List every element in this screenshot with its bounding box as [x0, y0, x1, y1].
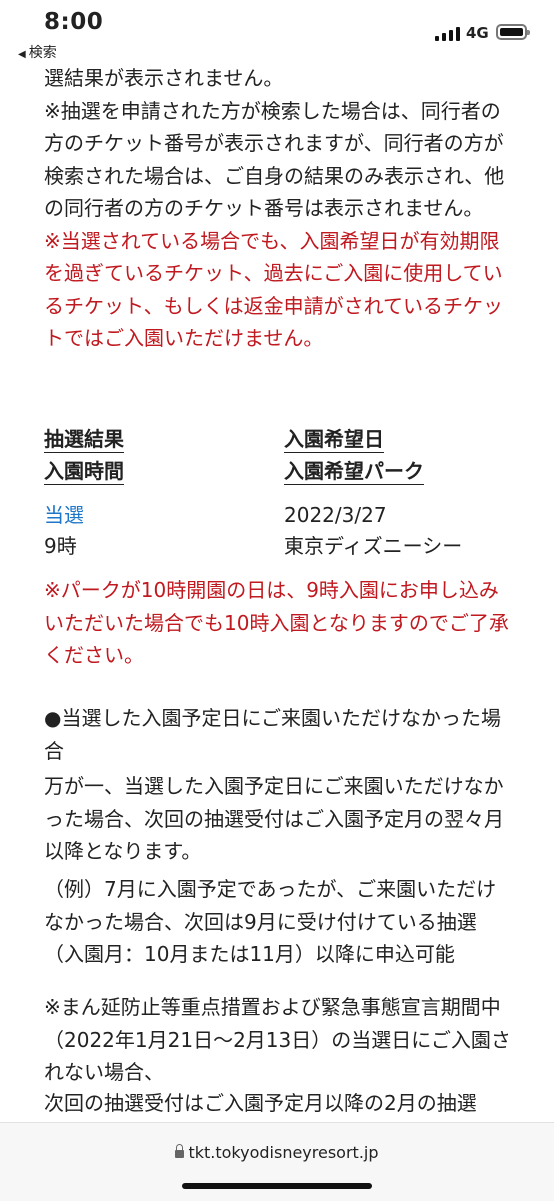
- lock-icon: [175, 1144, 185, 1158]
- date-value: 2022/3/27: [284, 503, 387, 527]
- header-entry-time: 入園時間: [44, 459, 124, 483]
- url-text: tkt.tokyodisneyresort.jp: [188, 1143, 379, 1162]
- intro-text-2: ※抽選を申請された方が検索した場合は、同行者の方のチケット番号が表示されますが、…: [44, 98, 505, 221]
- emergency-text-1: ※まん延防止等重点措置および緊急事態宣言期間中（2022年1月21日〜2月13日…: [44, 995, 511, 1084]
- example-text: （例）7月に入園予定であったが、ご来園いただけなかった場合、次回は9月に受け付け…: [44, 877, 497, 966]
- park-value: 東京ディズニーシー: [284, 534, 463, 558]
- page-content: 選結果が表示されません。 ※抽選を申請された方が検索した場合は、同行者の方のチケ…: [44, 62, 514, 355]
- intro-text-1: 選結果が表示されません。: [44, 66, 284, 90]
- back-label: 検索: [28, 45, 57, 61]
- back-arrow-icon: ◀: [18, 49, 26, 60]
- header-desired-date: 入園希望日: [284, 427, 384, 451]
- opening-time-notice: ※パークが10時開園の日は、9時入園にお申し込みいただいた場合でも10時入園とな…: [44, 578, 509, 667]
- header-desired-park: 入園希望パーク: [284, 459, 424, 483]
- battery-icon: [496, 24, 530, 40]
- home-indicator[interactable]: [182, 1183, 372, 1189]
- section-body: 万が一、当選した入園予定日にご来園いただけなかった場合、次回の抽選受付はご入園予…: [44, 774, 504, 863]
- signal-icon: [435, 25, 460, 41]
- clock: 8:00: [44, 9, 104, 35]
- status-bar: 8:00 ◀ 検索 4G: [0, 0, 554, 66]
- time-value: 9時: [44, 534, 77, 558]
- back-to-search-button[interactable]: ◀ 検索: [18, 42, 57, 62]
- invalid-ticket-notice: ※当選されている場合でも、入園希望日が有効期限を過ぎているチケット、過去にご入園…: [44, 228, 503, 351]
- section-heading: ●当選した入園予定日にご来園いただけなかった場合: [44, 706, 502, 763]
- url-display[interactable]: tkt.tokyodisneyresort.jp: [0, 1143, 554, 1162]
- emergency-text-2: 次回の抽選受付はご入園予定月以降の2月の抽選: [44, 1091, 477, 1115]
- header-lottery-result: 抽選結果: [44, 427, 124, 451]
- browser-address-bar[interactable]: tkt.tokyodisneyresort.jp: [0, 1122, 554, 1201]
- network-type: 4G: [466, 24, 489, 42]
- result-value: 当選: [44, 503, 84, 527]
